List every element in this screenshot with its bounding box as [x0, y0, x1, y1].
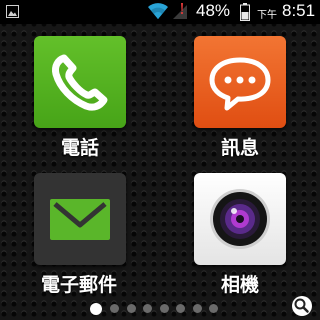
wifi-icon [148, 3, 168, 20]
page-dot[interactable] [110, 304, 119, 313]
app-email[interactable] [34, 173, 126, 265]
clock: 8:51 [282, 1, 316, 20]
page-dot[interactable] [126, 304, 136, 313]
battery-percent: 48% [196, 1, 231, 20]
signal-icon [173, 3, 187, 19]
app-label-email: 電子郵件 [40, 274, 117, 296]
gallery-icon [6, 5, 19, 18]
camera-lens-icon [210, 189, 270, 249]
page-dot[interactable] [143, 304, 152, 313]
page-dot-active[interactable] [90, 303, 102, 315]
app-label-messages: 訊息 [220, 137, 259, 159]
page-dot[interactable] [159, 304, 169, 313]
envelope-icon [50, 199, 110, 240]
app-messages[interactable] [194, 36, 286, 128]
page-dot[interactable] [176, 304, 185, 313]
page-dot[interactable] [209, 304, 218, 313]
app-phone[interactable] [34, 36, 126, 128]
chat-bubble-icon [209, 57, 271, 111]
app-camera[interactable] [194, 173, 286, 265]
app-label-phone: 電話 [60, 137, 99, 159]
phone-icon [52, 54, 108, 111]
magnifier-icon[interactable] [290, 295, 314, 317]
battery-icon [240, 3, 250, 21]
page-dot[interactable] [192, 304, 202, 313]
app-label-camera: 相機 [220, 274, 259, 296]
clock-ampm: 下午 [257, 10, 277, 21]
status-bar: 48% 下午 8:51 [0, 0, 320, 24]
